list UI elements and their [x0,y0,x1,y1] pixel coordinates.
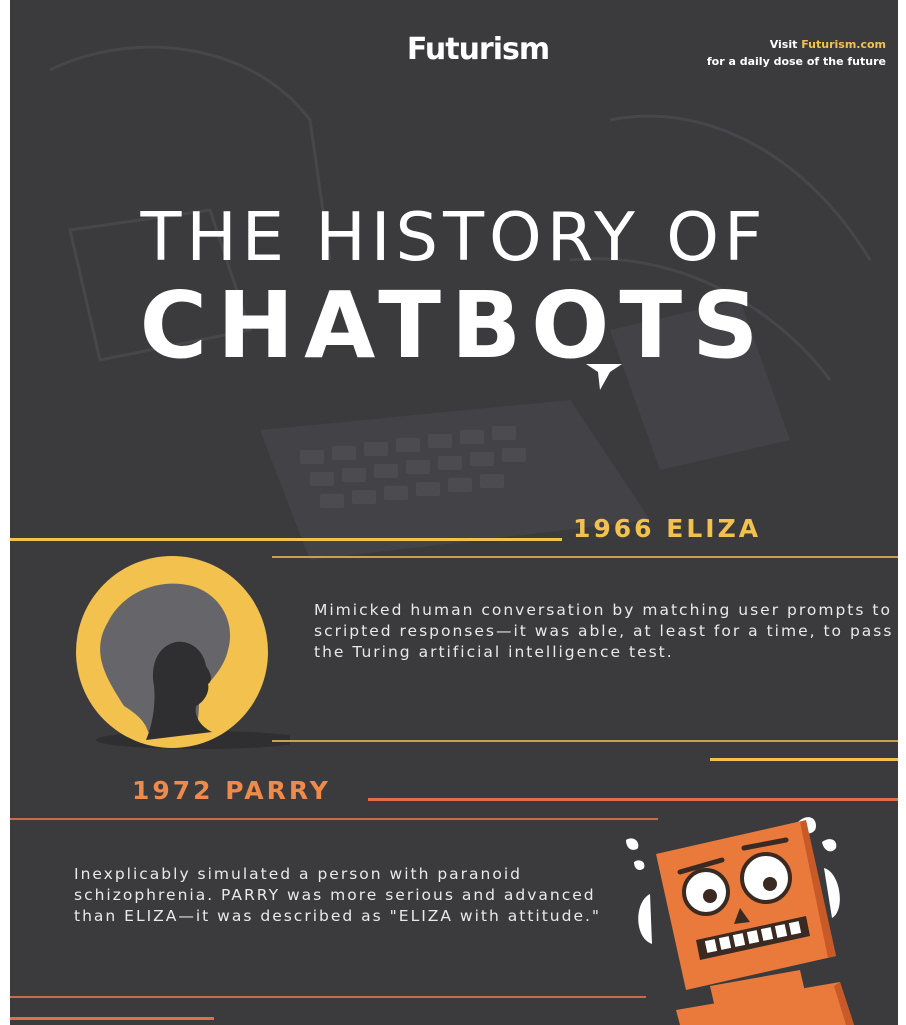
tagline-prefix: Visit [769,38,802,51]
tagline-rest: for a daily dose of the future [706,55,886,68]
eliza-divider-right [272,556,898,558]
robot-ear-right [824,868,840,918]
robot-ear-left [638,894,652,944]
robot-eye-right [740,852,792,904]
parry-description: Inexplicably simulated a person with par… [74,865,602,925]
eliza-divider-bottom [272,740,898,742]
parry-divider-right [368,798,898,801]
woman-silhouette-icon [76,556,290,749]
speech-bubble-icon [586,364,622,390]
eliza-divider-left [10,538,562,541]
parry-divider-bottom [10,996,646,998]
page-title-line2: CHATBOTS [139,272,769,379]
parry-divider-left [10,818,658,820]
tagline: Visit Futurism.com for a daily dose of t… [707,36,886,70]
parry-heading: 1972 PARRY [132,776,331,805]
eliza-description: Mimicked human conversation by matching … [314,601,894,661]
infographic: Futurism Visit Futurism.com for a daily … [10,0,898,1025]
eliza-heading: 1966 ELIZA [573,514,762,543]
page-title-line1: THE HISTORY OF [140,198,768,276]
parry-divider-accent [10,1017,214,1020]
eliza-divider-accent [710,758,898,761]
tagline-site-link[interactable]: Futurism.com [801,38,886,51]
nervous-robot-icon [626,817,854,1025]
brand-logo: Futurism [406,32,550,67]
